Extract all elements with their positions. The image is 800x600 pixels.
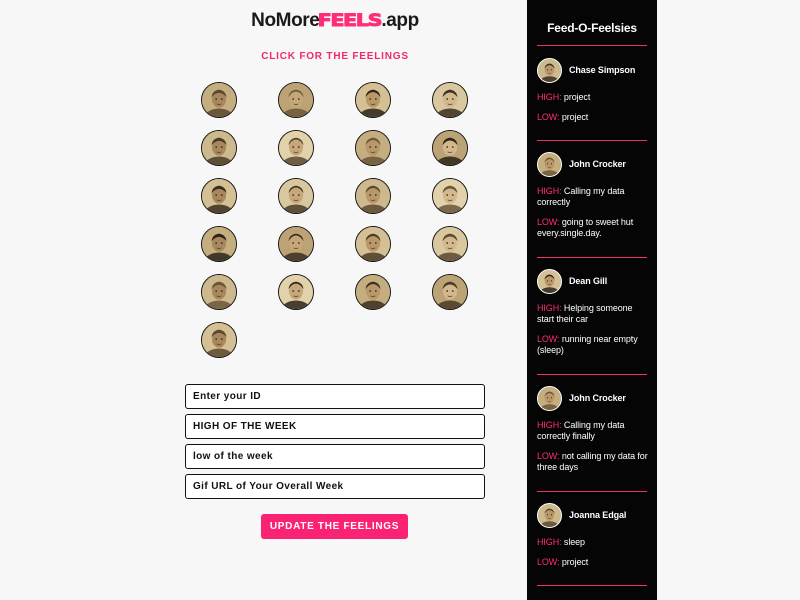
sidebar-divider	[537, 257, 647, 258]
feed-user-name: John Crocker	[569, 393, 626, 403]
feed-low: LOW: project	[537, 557, 649, 568]
high-key: HIGH:	[537, 186, 562, 196]
avatar-button[interactable]	[355, 82, 391, 118]
high-key: HIGH:	[537, 537, 562, 547]
avatar-button[interactable]	[201, 226, 237, 262]
sidebar-title: Feed-O-Feelsies	[547, 21, 637, 35]
avatar-button[interactable]	[355, 130, 391, 166]
feed-user-name: Joanna Edgal	[569, 510, 627, 520]
logo-suffix: .app	[381, 10, 419, 31]
avatar-button[interactable]	[432, 130, 468, 166]
gif-url-input[interactable]	[185, 474, 485, 499]
low-input[interactable]	[185, 444, 485, 469]
feed-high: HIGH: Calling my data correctly finally	[537, 420, 649, 442]
feed-item-header: Joanna Edgal	[537, 502, 649, 528]
feed-item-header: Chase Simpson	[537, 57, 649, 83]
feelings-form	[185, 384, 485, 504]
page-margin	[657, 0, 800, 600]
feed-user-name: Dean Gill	[569, 276, 608, 286]
sidebar-divider	[537, 140, 647, 141]
feed-item: John Crocker HIGH: Calling my data corre…	[537, 385, 649, 473]
avatar-button[interactable]	[432, 82, 468, 118]
avatar	[537, 151, 562, 177]
feed-item: Joanna Edgal HIGH: sleep LOW: project	[537, 502, 649, 568]
logo-prefix: NoMore	[251, 10, 320, 31]
update-feelings-button[interactable]: UPDATE THE FEELINGS	[261, 514, 408, 539]
sidebar-divider	[537, 491, 647, 492]
low-value: project	[561, 112, 589, 122]
feed-low: LOW: running near empty (sleep)	[537, 334, 649, 356]
avatar-button[interactable]	[278, 226, 314, 262]
logo-highlight: FEELS	[318, 11, 384, 32]
avatar-button[interactable]	[278, 274, 314, 310]
avatar-button[interactable]	[201, 178, 237, 214]
feed-item-header: John Crocker	[537, 385, 649, 411]
feed-high: HIGH: sleep	[537, 537, 649, 548]
avatar	[537, 385, 562, 411]
low-key: LOW:	[537, 334, 560, 344]
avatar-button[interactable]	[201, 274, 237, 310]
feed-user-name: John Crocker	[569, 159, 626, 169]
high-value: sleep	[563, 537, 585, 547]
avatar-button[interactable]	[278, 130, 314, 166]
avatar-button[interactable]	[432, 274, 468, 310]
avatar-button[interactable]	[355, 226, 391, 262]
low-key: LOW:	[537, 112, 560, 122]
high-value: project	[563, 92, 591, 102]
low-key: LOW:	[537, 451, 560, 461]
sidebar-divider	[537, 45, 647, 46]
high-key: HIGH:	[537, 303, 562, 313]
avatar-button[interactable]	[201, 82, 237, 118]
low-key: LOW:	[537, 217, 560, 227]
avatar	[537, 57, 562, 83]
feed-item-header: John Crocker	[537, 151, 649, 177]
avatar-button[interactable]	[432, 178, 468, 214]
high-key: HIGH:	[537, 420, 562, 430]
feed-item-header: Dean Gill	[537, 268, 649, 294]
feed-high: HIGH: Helping someone start their car	[537, 303, 649, 325]
feed-low: LOW: not calling my data for three days	[537, 451, 649, 473]
id-input[interactable]	[185, 384, 485, 409]
avatar-button[interactable]	[201, 322, 237, 358]
low-key: LOW:	[537, 557, 560, 567]
feed-item: John Crocker HIGH: Calling my data corre…	[537, 151, 649, 239]
avatar-button[interactable]	[278, 82, 314, 118]
feed-low: LOW: going to sweet hut every.single.day…	[537, 217, 649, 239]
sidebar-divider	[537, 374, 647, 375]
avatar	[537, 268, 562, 294]
low-value: project	[561, 557, 589, 567]
feed-item: Dean Gill HIGH: Helping someone start th…	[537, 268, 649, 356]
high-input[interactable]	[185, 414, 485, 439]
avatar-grid	[201, 82, 471, 358]
avatar-button[interactable]	[355, 178, 391, 214]
feed-item: Chase Simpson HIGH: project LOW: project	[537, 57, 649, 123]
sidebar-divider	[537, 585, 647, 586]
feed-high: HIGH: project	[537, 92, 649, 103]
avatar-button[interactable]	[201, 130, 237, 166]
high-key: HIGH:	[537, 92, 562, 102]
avatar-button[interactable]	[432, 226, 468, 262]
feed-sidebar: Feed-O-Feelsies Chase Simpson HIGH: proj…	[527, 0, 657, 600]
avatar-button[interactable]	[278, 178, 314, 214]
avatar-button[interactable]	[355, 274, 391, 310]
feed-low: LOW: project	[537, 112, 649, 123]
feed-high: HIGH: Calling my data correctly	[537, 186, 649, 208]
feed-user-name: Chase Simpson	[569, 65, 636, 75]
avatar	[537, 502, 562, 528]
